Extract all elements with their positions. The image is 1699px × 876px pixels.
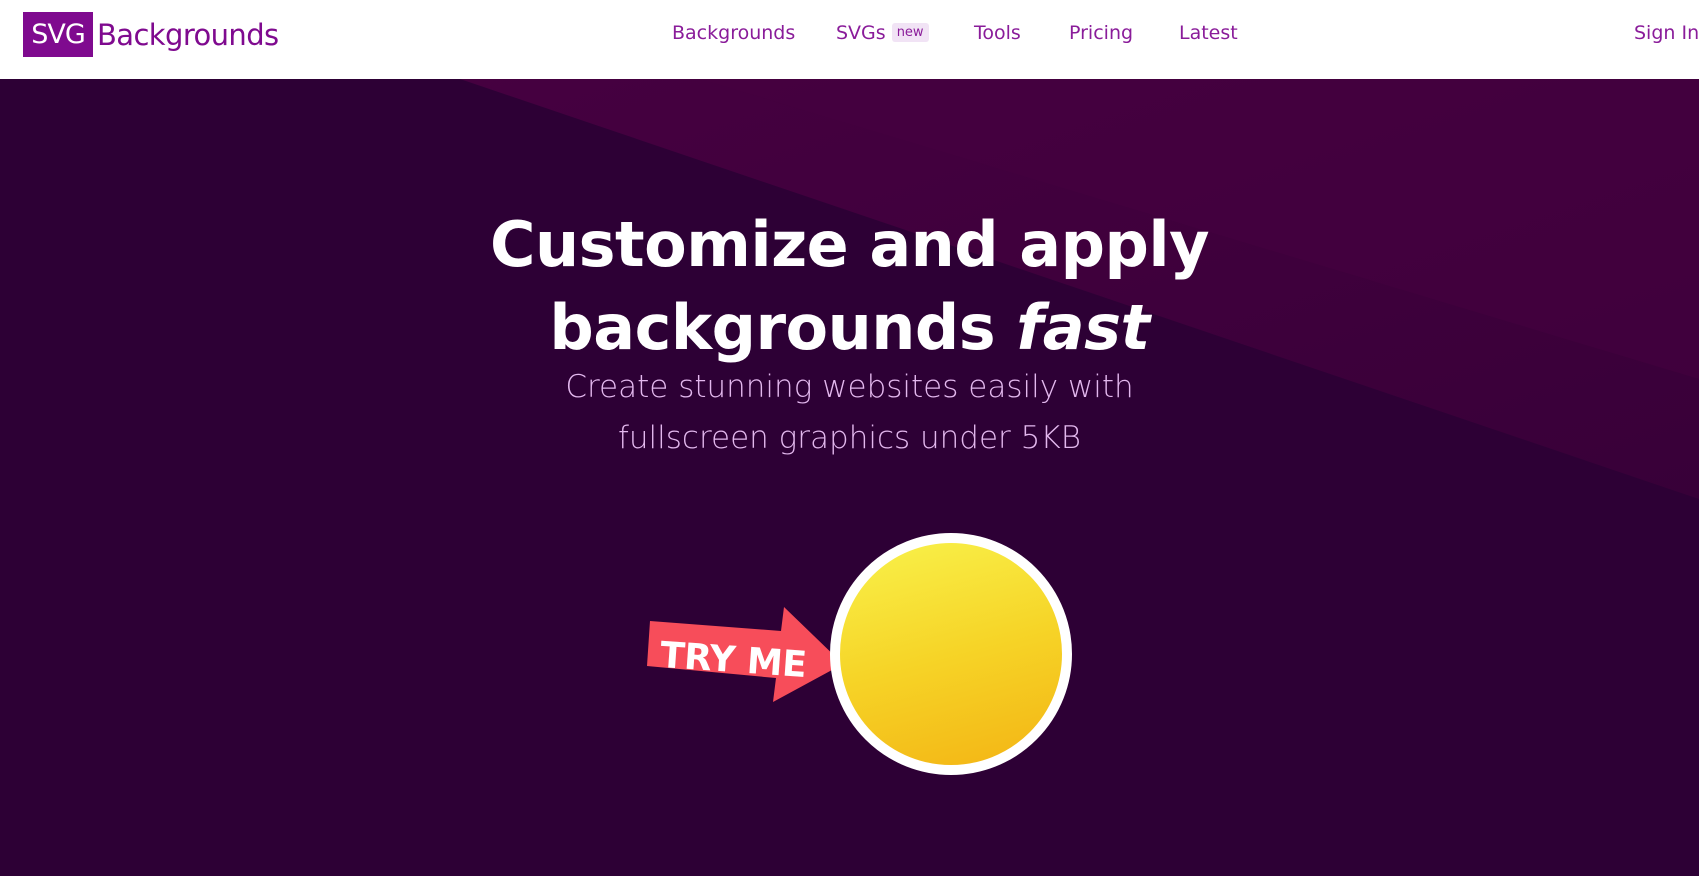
nav-link-backgrounds[interactable]: Backgrounds: [672, 22, 795, 44]
headline-emphasis: fast: [1016, 291, 1150, 364]
try-me-circle-button[interactable]: [830, 533, 1072, 775]
nav-link-label: Latest: [1179, 22, 1238, 44]
nav-link-label: SVGs: [836, 22, 886, 44]
new-badge: new: [891, 23, 929, 42]
nav-link-label: Tools: [974, 22, 1021, 44]
hero-section: Customize and apply backgrounds fast Cre…: [0, 79, 1699, 876]
logo-text: Backgrounds: [97, 17, 279, 52]
nav-link-latest[interactable]: Latest: [1179, 22, 1238, 44]
nav-link-label: Backgrounds: [672, 22, 796, 44]
nav-link-svgs[interactable]: SVGs new: [836, 22, 929, 45]
logo-box: SVG: [23, 12, 93, 57]
top-navbar: SVG Backgrounds Backgrounds SVGs new Tool…: [0, 0, 1699, 79]
headline-line-1: Customize and apply: [489, 208, 1210, 281]
hero-subheading: Create stunning websites easily with ful…: [0, 362, 1699, 464]
hero-headline: Customize and apply backgrounds fast: [0, 203, 1699, 369]
subhead-line-2: fullscreen graphics under 5KB: [617, 420, 1082, 456]
nav-link-pricing[interactable]: Pricing: [1069, 22, 1133, 44]
sign-in-link[interactable]: Sign In: [1634, 22, 1699, 44]
subhead-line-1: Create stunning websites easily with: [565, 369, 1134, 405]
hero-background: [0, 79, 1699, 876]
nav-link-label: Pricing: [1069, 22, 1134, 44]
headline-line-2: backgrounds: [549, 291, 1017, 364]
site-logo[interactable]: SVG Backgrounds: [23, 12, 279, 57]
nav-link-tools[interactable]: Tools: [974, 22, 1021, 44]
